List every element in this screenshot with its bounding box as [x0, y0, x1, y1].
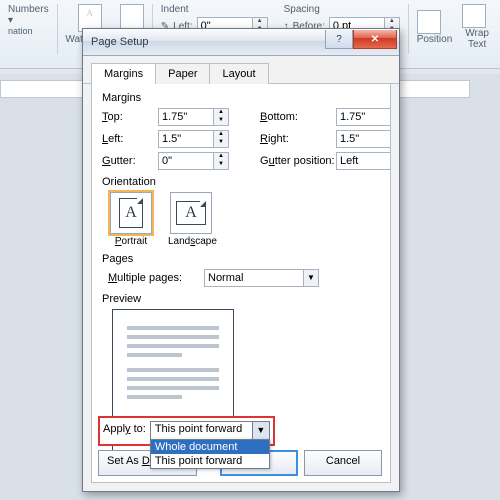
ribbon-spacing-label: Spacing — [284, 4, 320, 15]
label-apply-to: Apply to: — [103, 421, 146, 435]
landscape-icon — [176, 201, 206, 225]
titlebar[interactable]: Page Setup ? ✕ — [83, 29, 399, 56]
label-top: Top: — [102, 111, 152, 123]
label-multiple-pages: Multiple pages: — [108, 272, 182, 284]
ribbon-position[interactable]: Position — [417, 34, 453, 45]
tabstrip: Margins Paper Layout — [83, 56, 399, 84]
cancel-button[interactable]: Cancel — [304, 450, 382, 476]
input-multiple-pages[interactable]: ▼ — [204, 269, 319, 287]
pages-group-label: Pages — [102, 253, 380, 265]
label-right: Right: — [260, 133, 330, 145]
apply-option-whole[interactable]: Whole document — [151, 440, 269, 454]
ribbon-indent-label: Indent — [161, 4, 189, 15]
ribbon-nation: nation — [8, 26, 49, 36]
orientation-group-label: Orientation — [102, 176, 380, 188]
apply-option-forward[interactable]: This point forward — [151, 454, 269, 468]
ribbon-numbers[interactable]: Numbers ▾ — [8, 4, 49, 26]
tab-margins[interactable]: Margins — [91, 63, 156, 84]
tab-layout[interactable]: Layout — [209, 63, 268, 84]
margins-group-label: Margins — [102, 92, 380, 104]
chevron-down-icon[interactable]: ▼ — [304, 269, 319, 287]
label-left: Left: — [102, 133, 152, 145]
page-setup-dialog: Page Setup ? ✕ Margins Paper Layout Marg… — [82, 28, 400, 492]
ribbon-wrap[interactable]: Wrap Text — [462, 28, 492, 50]
apply-to-row: Apply to: This point forward ▼ Whole doc… — [98, 416, 275, 446]
dialog-title: Page Setup — [91, 36, 149, 48]
label-gutter-pos: Gutter position: — [260, 155, 330, 167]
orientation-landscape[interactable]: Landscape — [168, 192, 214, 247]
chevron-down-icon[interactable]: ▼ — [252, 422, 269, 440]
close-button[interactable]: ✕ — [353, 30, 397, 49]
label-gutter: Gutter: — [102, 155, 152, 167]
preview-group-label: Preview — [102, 293, 380, 305]
apply-to-dropdown[interactable]: This point forward ▼ Whole document This… — [150, 421, 270, 441]
input-gutter[interactable]: ▲▼ — [158, 152, 230, 170]
apply-to-selected: This point forward — [151, 422, 252, 440]
input-left[interactable]: ▲▼ — [158, 130, 230, 148]
portrait-icon — [119, 198, 143, 228]
label-bottom: Bottom: — [260, 111, 330, 123]
help-button[interactable]: ? — [325, 30, 353, 49]
input-gutter-pos[interactable]: ▼ — [336, 152, 391, 170]
apply-to-list: Whole document This point forward — [150, 439, 270, 469]
tab-paper[interactable]: Paper — [155, 63, 210, 84]
orientation-portrait[interactable]: Portrait — [108, 192, 154, 247]
input-right[interactable]: ▲▼ — [336, 130, 391, 148]
input-top[interactable]: ▲▼ — [158, 108, 230, 126]
input-bottom[interactable]: ▲▼ — [336, 108, 391, 126]
